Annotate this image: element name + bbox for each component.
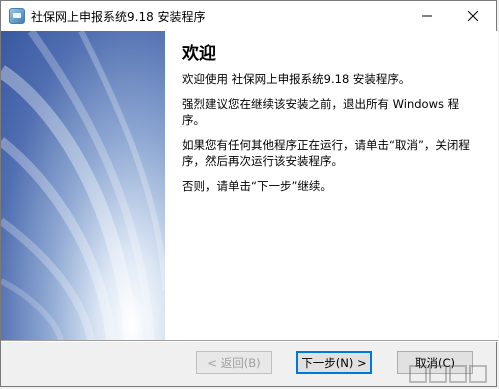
close-icon [468, 11, 478, 21]
window-title: 社保网上申报系统9.18 安装程序 [31, 9, 206, 24]
page-heading: 欢迎 [182, 44, 216, 64]
button-divider-highlight [1, 341, 498, 342]
back-button[interactable]: < 返回(B) [196, 351, 272, 374]
cancel-instruction-paragraph: 如果您有任何其他程序正在运行，请单击“取消”，关闭程序，然后再次运行该安装程序。 [182, 138, 470, 168]
wizard-side-image [1, 31, 165, 340]
next-button[interactable]: 下一步(N) > [296, 351, 372, 374]
watermark-logo [408, 362, 490, 384]
welcome-paragraph: 欢迎使用 社保网上申报系统9.18 安装程序。 [182, 72, 411, 86]
wizard-page: 欢迎 欢迎使用 社保网上申报系统9.18 安装程序。 强烈建议您在继续该安装之前… [1, 31, 498, 340]
window-controls [404, 1, 496, 31]
watermark-icon [409, 365, 487, 383]
installer-icon [9, 8, 25, 24]
continue-instruction-paragraph: 否则，请单击“下一步”继续。 [182, 179, 332, 193]
minimize-icon [422, 15, 432, 17]
close-programs-paragraph: 强烈建议您在继续该安装之前，退出所有 Windows 程序。 [182, 97, 460, 127]
close-button[interactable] [450, 1, 496, 31]
welcome-text: 欢迎 欢迎使用 社保网上申报系统9.18 安装程序。 强烈建议您在继续该安装之前… [182, 39, 482, 203]
swirl-graphic [1, 31, 165, 340]
minimize-button[interactable] [404, 1, 450, 31]
title-bar[interactable]: 社保网上申报系统9.18 安装程序 [1, 1, 496, 31]
installer-window: 社保网上申报系统9.18 安装程序 欢迎 欢迎使用 社保网上申报系统9.18 安… [0, 0, 498, 387]
